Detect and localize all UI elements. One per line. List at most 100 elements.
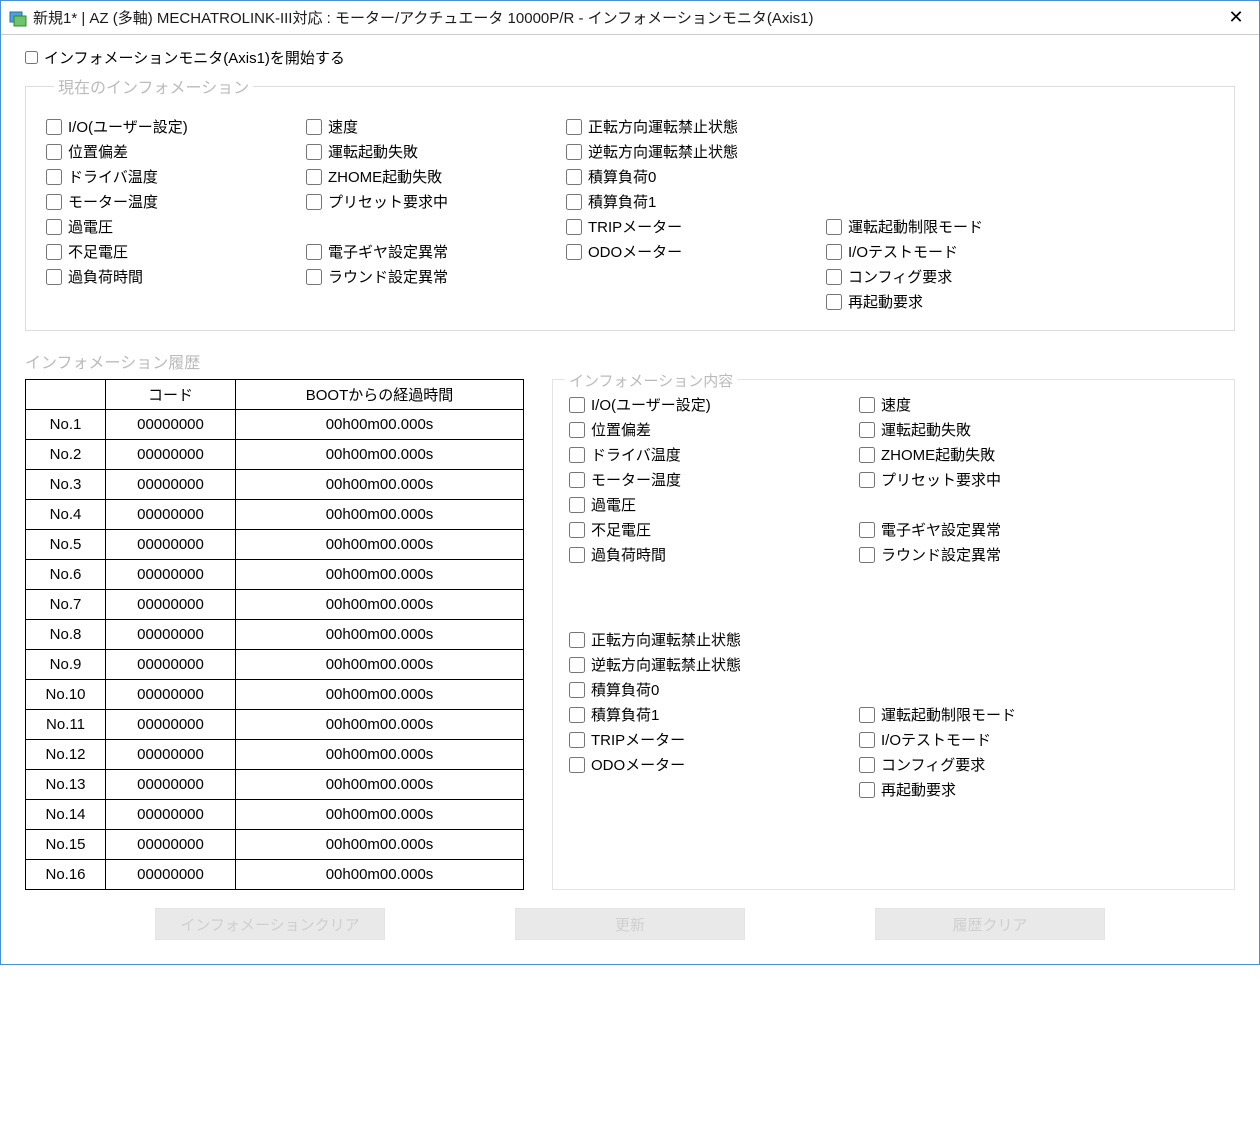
table-row[interactable]: No.10000000000h00m00.000s <box>26 410 524 440</box>
checkbox[interactable] <box>826 219 842 235</box>
table-row[interactable]: No.80000000000h00m00.000s <box>26 620 524 650</box>
table-row[interactable]: No.50000000000h00m00.000s <box>26 530 524 560</box>
checkbox-label: 積算負荷0 <box>588 166 656 187</box>
checkbox-label: 運転起動制限モード <box>848 216 983 237</box>
checkbox[interactable] <box>569 472 585 488</box>
table-row[interactable]: No.20000000000h00m00.000s <box>26 440 524 470</box>
checkbox[interactable] <box>46 144 62 160</box>
current-col4: 運転起動制限モードI/Oテストモードコンフィグ要求再起動要求 <box>826 114 1076 314</box>
table-row[interactable]: No.60000000000h00m00.000s <box>26 560 524 590</box>
table-row[interactable]: No.40000000000h00m00.000s <box>26 500 524 530</box>
cell-time: 00h00m00.000s <box>236 500 524 530</box>
checkbox[interactable] <box>569 422 585 438</box>
check-item: 速度 <box>306 114 556 139</box>
cell-code: 00000000 <box>106 680 236 710</box>
cell-no: No.2 <box>26 440 106 470</box>
button-row: インフォメーションクリア 更新 履歴クリア <box>25 908 1235 940</box>
checkbox[interactable] <box>306 269 322 285</box>
checkbox[interactable] <box>569 707 585 723</box>
checkbox[interactable] <box>859 397 875 413</box>
checkbox[interactable] <box>859 782 875 798</box>
cell-time: 00h00m00.000s <box>236 770 524 800</box>
checkbox[interactable] <box>569 447 585 463</box>
content-lower-col2: 運転起動制限モードI/Oテストモードコンフィグ要求再起動要求 <box>859 627 1119 802</box>
check-item: プリセット要求中 <box>306 189 556 214</box>
checkbox[interactable] <box>569 497 585 513</box>
checkbox[interactable] <box>859 422 875 438</box>
checkbox[interactable] <box>859 707 875 723</box>
checkbox[interactable] <box>569 547 585 563</box>
checkbox-label: モーター温度 <box>68 191 158 212</box>
checkbox[interactable] <box>859 547 875 563</box>
check-item: 逆転方向運転禁止状態 <box>569 652 829 677</box>
checkbox[interactable] <box>566 244 582 260</box>
clear-info-button[interactable]: インフォメーションクリア <box>155 908 385 940</box>
checkbox[interactable] <box>826 294 842 310</box>
checkbox[interactable] <box>566 219 582 235</box>
checkbox[interactable] <box>859 447 875 463</box>
check-item: ドライバ温度 <box>46 164 296 189</box>
table-row[interactable]: No.30000000000h00m00.000s <box>26 470 524 500</box>
check-item: I/O(ユーザー設定) <box>46 114 296 139</box>
checkbox[interactable] <box>566 169 582 185</box>
checkbox-label: 積算負荷1 <box>591 704 659 725</box>
cell-no: No.10 <box>26 680 106 710</box>
checkbox[interactable] <box>826 269 842 285</box>
checkbox[interactable] <box>859 732 875 748</box>
table-row[interactable]: No.150000000000h00m00.000s <box>26 830 524 860</box>
table-row[interactable]: No.120000000000h00m00.000s <box>26 740 524 770</box>
spacer <box>859 677 1119 702</box>
checkbox[interactable] <box>859 472 875 488</box>
checkbox[interactable] <box>306 194 322 210</box>
checkbox[interactable] <box>569 522 585 538</box>
checkbox[interactable] <box>566 194 582 210</box>
checkbox[interactable] <box>46 244 62 260</box>
check-item: 積算負荷1 <box>566 189 816 214</box>
check-item: 過電圧 <box>569 492 829 517</box>
cell-time: 00h00m00.000s <box>236 440 524 470</box>
checkbox[interactable] <box>569 632 585 648</box>
checkbox[interactable] <box>306 144 322 160</box>
checkbox[interactable] <box>569 757 585 773</box>
table-row[interactable]: No.140000000000h00m00.000s <box>26 800 524 830</box>
checkbox[interactable] <box>569 657 585 673</box>
start-monitor-label: インフォメーションモニタ(Axis1)を開始する <box>44 47 345 68</box>
table-row[interactable]: No.90000000000h00m00.000s <box>26 650 524 680</box>
info-content-group: インフォメーション内容 I/O(ユーザー設定)位置偏差ドライバ温度モーター温度過… <box>552 379 1235 890</box>
checkbox[interactable] <box>566 119 582 135</box>
start-monitor-checkbox[interactable] <box>25 51 38 64</box>
cell-no: No.6 <box>26 560 106 590</box>
checkbox-label: 逆転方向運転禁止状態 <box>588 141 738 162</box>
checkbox[interactable] <box>566 144 582 160</box>
table-row[interactable]: No.70000000000h00m00.000s <box>26 590 524 620</box>
checkbox[interactable] <box>826 244 842 260</box>
checkbox[interactable] <box>306 244 322 260</box>
checkbox[interactable] <box>46 194 62 210</box>
checkbox[interactable] <box>569 732 585 748</box>
checkbox[interactable] <box>859 757 875 773</box>
checkbox[interactable] <box>46 119 62 135</box>
checkbox[interactable] <box>46 219 62 235</box>
clear-history-button[interactable]: 履歴クリア <box>875 908 1105 940</box>
checkbox-label: ラウンド設定異常 <box>328 266 448 287</box>
refresh-button[interactable]: 更新 <box>515 908 745 940</box>
cell-no: No.4 <box>26 500 106 530</box>
table-row[interactable]: No.160000000000h00m00.000s <box>26 860 524 890</box>
cell-time: 00h00m00.000s <box>236 530 524 560</box>
checkbox[interactable] <box>306 119 322 135</box>
checkbox[interactable] <box>46 169 62 185</box>
checkbox-label: 速度 <box>881 394 911 415</box>
checkbox-label: プリセット要求中 <box>328 191 448 212</box>
table-row[interactable]: No.100000000000h00m00.000s <box>26 680 524 710</box>
checkbox-label: 位置偏差 <box>68 141 128 162</box>
table-row[interactable]: No.110000000000h00m00.000s <box>26 710 524 740</box>
checkbox[interactable] <box>46 269 62 285</box>
checkbox[interactable] <box>569 682 585 698</box>
checkbox[interactable] <box>306 169 322 185</box>
table-row[interactable]: No.130000000000h00m00.000s <box>26 770 524 800</box>
checkbox[interactable] <box>859 522 875 538</box>
check-item: 位置偏差 <box>46 139 296 164</box>
close-icon[interactable]: ✕ <box>1221 7 1251 28</box>
check-item: 運転起動失敗 <box>859 417 1119 442</box>
checkbox[interactable] <box>569 397 585 413</box>
